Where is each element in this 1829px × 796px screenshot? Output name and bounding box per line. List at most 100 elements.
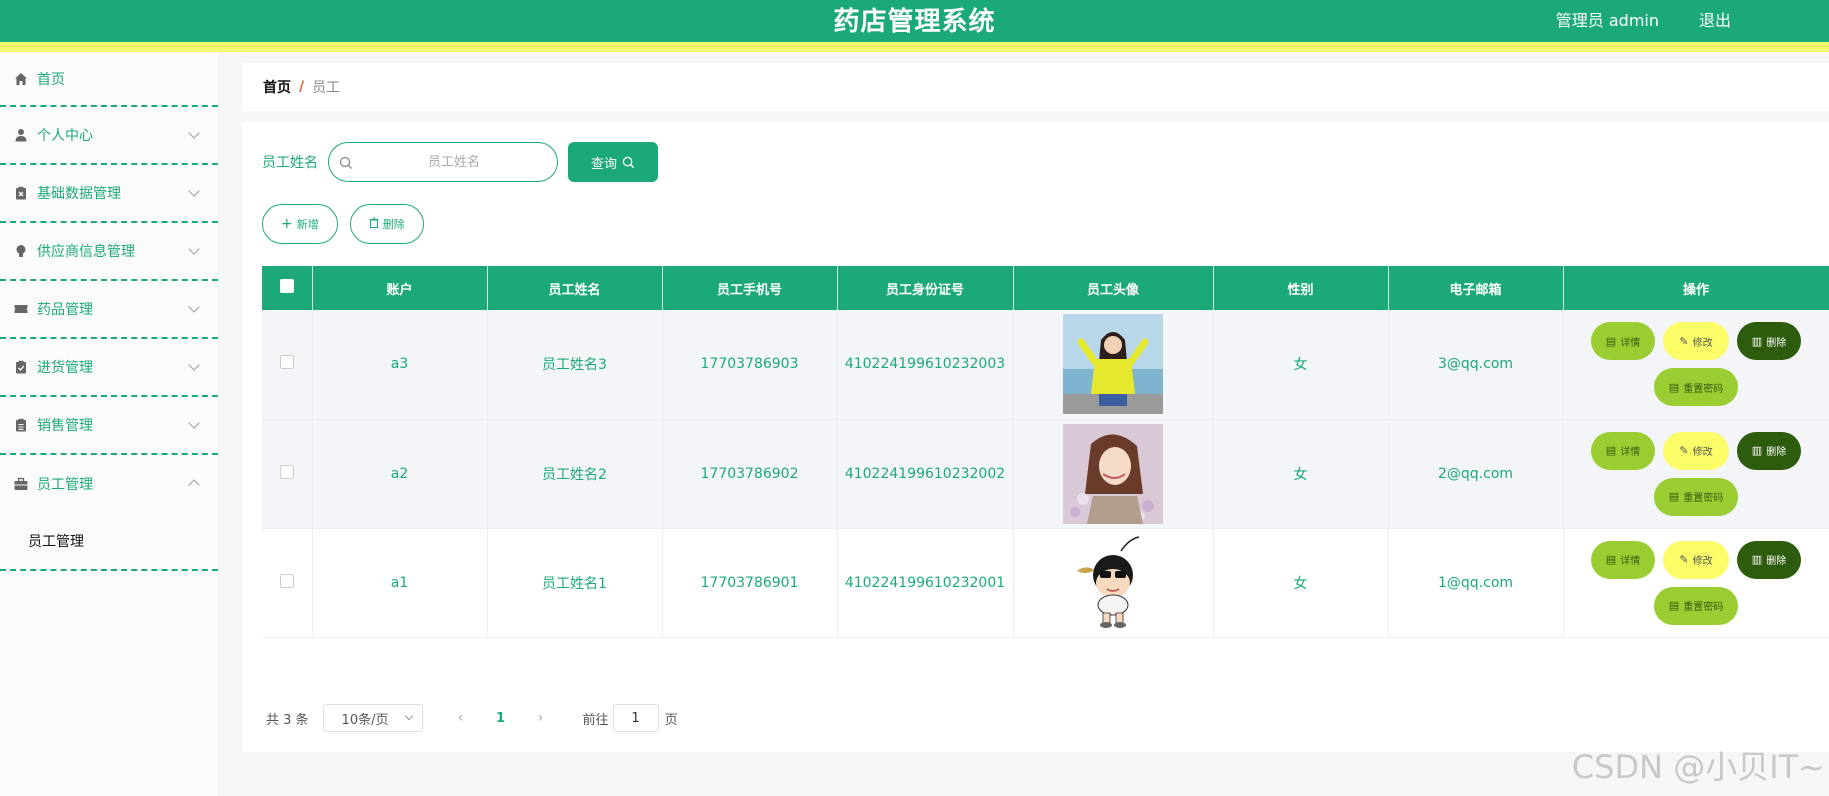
page-size-value: 10条/页 — [341, 712, 389, 728]
sidebar-subitem-label: 员工管理 — [28, 534, 84, 550]
select-all-checkbox[interactable] — [279, 279, 294, 293]
name-cell: 员工姓名2 — [487, 419, 663, 529]
sidebar-item-supplier[interactable]: 供应商信息管理 — [0, 223, 218, 281]
sidebar-item-sales[interactable]: 销售管理 — [0, 397, 218, 455]
clipboard-list-icon — [14, 418, 28, 432]
detail-button[interactable]: ▤ 详情 — [1591, 322, 1655, 361]
breadcrumb: 首页 / 员工 — [242, 63, 1829, 111]
column-header[interactable]: 员工身份证号 — [837, 266, 1014, 310]
batch-delete-button[interactable]: 删除 — [349, 204, 424, 244]
search-bar: 员工姓名 查询 — [262, 142, 658, 182]
query-button[interactable]: 查询 — [568, 142, 658, 182]
sidebar-item-staff[interactable]: 员工管理 — [0, 455, 218, 513]
prev-page-button[interactable]: ‹ — [443, 710, 479, 726]
chevron-down-icon — [188, 243, 200, 255]
table-row[interactable]: a3 员工姓名3 17703786903 410224199610232003 — [262, 310, 1829, 420]
pencil-icon: ✎ — [1679, 444, 1689, 457]
table-row[interactable]: a2 员工姓名2 17703786902 410224199610232002 … — [262, 419, 1829, 529]
sidebar-subitem-staff-management[interactable]: 员工管理 — [0, 513, 218, 571]
column-header[interactable]: 员工手机号 — [662, 266, 838, 310]
edit-button[interactable]: ✎ 修改 — [1663, 540, 1729, 579]
trash-icon — [369, 217, 379, 231]
watermark: CSDN @小贝IT~ — [1571, 748, 1825, 786]
avatar-cell — [1013, 310, 1214, 420]
search-label: 员工姓名 — [262, 155, 318, 171]
file-icon: ▤ — [1668, 380, 1680, 394]
sidebar-item-label: 个人中心 — [37, 128, 93, 144]
sidebar-item-purchase[interactable]: 进货管理 — [0, 339, 218, 397]
reset-password-button[interactable]: ▤ 重置密码 — [1654, 586, 1738, 625]
goto-page-input[interactable] — [612, 704, 659, 732]
trash-icon: ▥ — [1751, 444, 1763, 457]
column-header[interactable]: 员工姓名 — [487, 266, 663, 310]
avatar-cell — [1013, 528, 1214, 638]
gender-cell: 女 — [1213, 419, 1389, 529]
delete-label: 删除 — [1766, 337, 1787, 349]
main-panel: 员工姓名 查询 + 新增 删除 — [242, 122, 1829, 752]
file-icon: ▤ — [1668, 599, 1680, 612]
detail-label: 详情 — [1620, 447, 1641, 458]
id-card-cell: 410224199610232002 — [837, 419, 1014, 529]
clipboard-x-icon — [14, 186, 28, 200]
search-field[interactable] — [328, 142, 558, 182]
sidebar-item-drugs[interactable]: 药品管理 — [0, 281, 218, 339]
edit-button[interactable]: ✎ 修改 — [1663, 431, 1729, 470]
column-header[interactable]: 性别 — [1213, 266, 1389, 310]
sidebar: 首页 个人中心 基础数据管理 供应商信息管理 药品管理 进货管理 销售管理 员工… — [0, 52, 218, 796]
delete-button[interactable]: ▥ 删除 — [1737, 431, 1801, 470]
chevron-down-icon — [188, 359, 200, 371]
chevron-up-icon — [188, 479, 200, 491]
table-row[interactable]: a1 员工姓名1 17703786901 410224199610232001 — [262, 528, 1829, 638]
breadcrumb-home[interactable]: 首页 — [263, 77, 291, 97]
reset-password-button[interactable]: ▤ 重置密码 — [1654, 368, 1738, 407]
detail-button[interactable]: ▤ 详情 — [1591, 431, 1655, 470]
avatar-cell — [1013, 419, 1214, 529]
avatar[interactable] — [1063, 314, 1163, 415]
gender-cell: 女 — [1213, 528, 1389, 638]
detail-button[interactable]: ▤ 详情 — [1591, 540, 1655, 579]
next-page-button[interactable]: › — [523, 710, 559, 726]
row-checkbox[interactable] — [279, 464, 294, 479]
id-card-cell: 410224199610232003 — [837, 310, 1014, 420]
row-checkbox[interactable] — [279, 573, 294, 588]
chevron-down-icon — [188, 301, 200, 313]
current-user: 管理员 admin — [1555, 11, 1659, 30]
pencil-icon: ✎ — [1679, 334, 1689, 348]
edit-button[interactable]: ✎ 修改 — [1663, 322, 1729, 361]
edit-label: 修改 — [1692, 556, 1713, 567]
search-input[interactable] — [359, 143, 549, 181]
sidebar-item-profile[interactable]: 个人中心 — [0, 107, 218, 165]
pencil-icon: ✎ — [1679, 553, 1689, 566]
delete-button[interactable]: ▥ 删除 — [1737, 322, 1801, 361]
sidebar-item-label: 销售管理 — [37, 418, 93, 434]
avatar[interactable] — [1063, 423, 1163, 524]
sidebar-item-basic-data[interactable]: 基础数据管理 — [0, 165, 218, 223]
row-checkbox[interactable] — [279, 355, 294, 370]
column-header: 操作 — [1563, 266, 1829, 310]
plus-icon: + — [281, 216, 293, 232]
pagination: 共 3 条 10条/页 ‹ 1 › 前往 页 — [266, 704, 678, 732]
logout-link[interactable]: 退出 — [1699, 7, 1731, 31]
goto-label: 前往 — [582, 712, 609, 728]
column-header[interactable]: 账户 — [312, 266, 488, 310]
sidebar-item-label: 供应商信息管理 — [37, 244, 135, 260]
page-size-select[interactable]: 10条/页 — [322, 704, 423, 732]
add-button-label: 新增 — [296, 218, 319, 231]
column-header[interactable]: 电子邮箱 — [1388, 266, 1564, 310]
goto-unit-label: 页 — [664, 712, 678, 728]
header-stripe — [0, 42, 1829, 52]
email-cell: 1@qq.com — [1388, 528, 1564, 638]
staff-table: 账户 员工姓名 员工手机号 员工身份证号 员工头像 性别 电子邮箱 操作 a3 … — [262, 266, 1829, 638]
avatar[interactable] — [1063, 532, 1163, 633]
delete-button[interactable]: ▥ 删除 — [1737, 540, 1801, 579]
trash-icon: ▥ — [1751, 553, 1763, 566]
delete-label: 删除 — [1766, 556, 1787, 567]
sidebar-item-label: 基础数据管理 — [37, 186, 121, 202]
add-button[interactable]: + 新增 — [262, 204, 338, 244]
column-header[interactable]: 员工头像 — [1013, 266, 1214, 310]
page-number-current[interactable]: 1 — [483, 711, 519, 726]
email-cell: 2@qq.com — [1388, 419, 1564, 529]
reset-password-button[interactable]: ▤ 重置密码 — [1654, 477, 1738, 516]
name-cell: 员工姓名1 — [487, 528, 663, 638]
sidebar-item-home[interactable]: 首页 — [0, 52, 218, 107]
